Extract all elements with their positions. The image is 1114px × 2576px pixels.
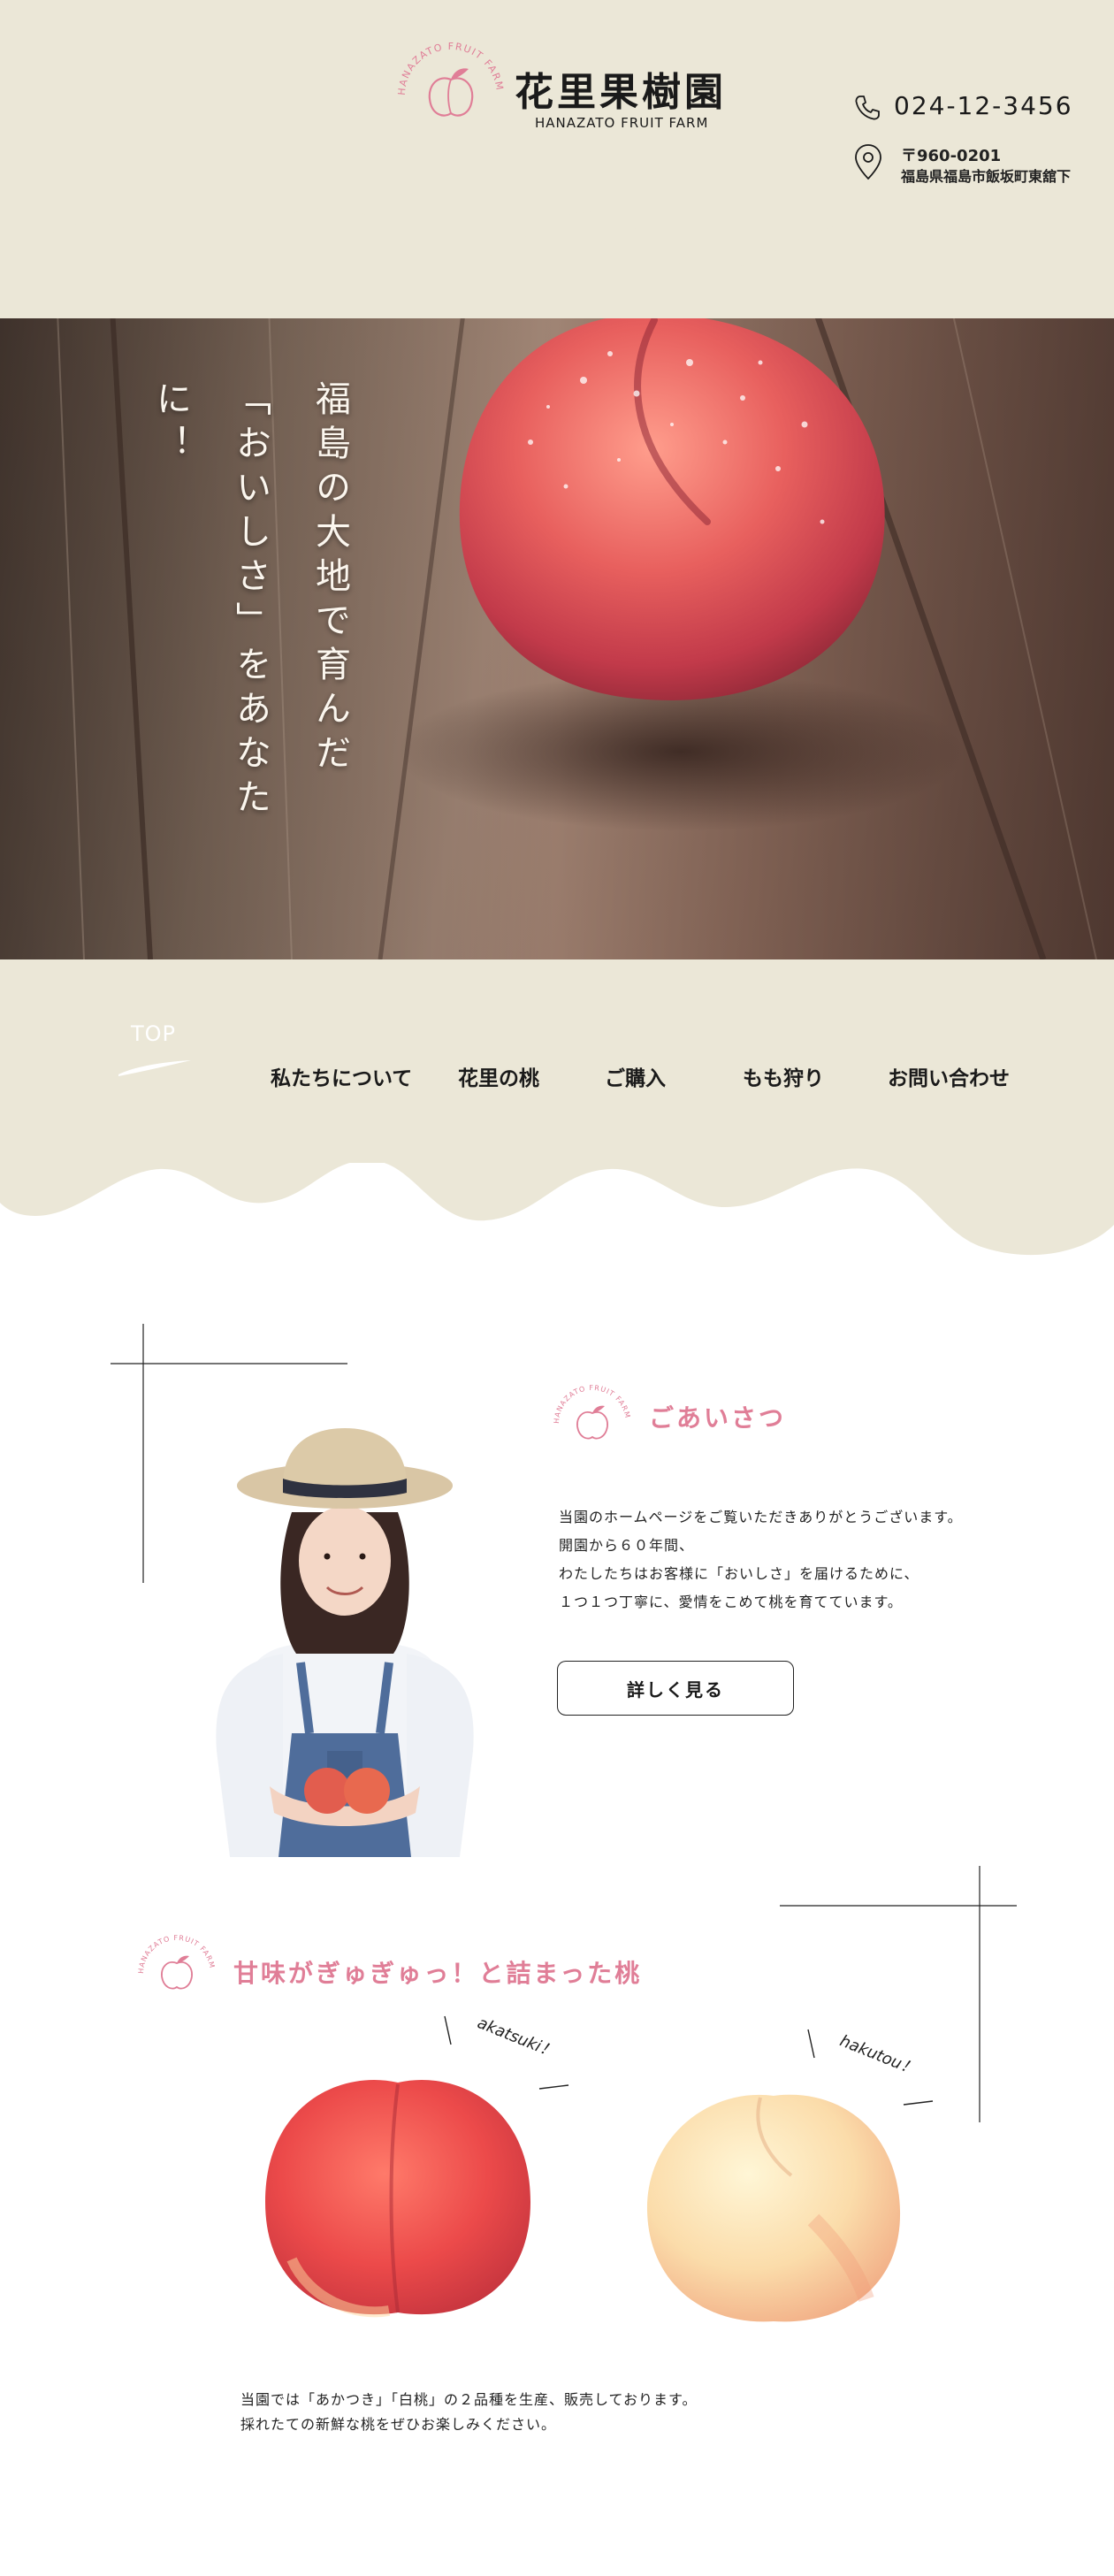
nav-top-link[interactable]: TOP	[131, 1021, 176, 1046]
peaches-line: 当園では「あかつき」「白桃」の２品種を生産、販売しております。	[240, 2391, 698, 2408]
site-logo[interactable]: HANAZATO FRUIT FARM 花里果樹園 HANAZATO FRUIT…	[380, 34, 734, 157]
logo-subtitle: HANAZATO FRUIT FARM	[535, 115, 709, 131]
read-more-button[interactable]: 詳しく見る	[557, 1661, 794, 1716]
nav-peach-picking[interactable]: もも狩り	[743, 1061, 824, 1091]
peaches-heading: 甘味がぎゅぎゅっ！と詰まった桃	[233, 1959, 643, 1988]
phone-number[interactable]: 024-12-3456	[894, 91, 1073, 120]
emblem-ring-text: HANAZATO FRUIT FARM	[553, 1384, 631, 1424]
peaches-line: 採れたての新鮮な桃をぜひお楽しみください。	[240, 2416, 557, 2433]
owner-photo	[216, 1428, 474, 1857]
svg-text:HANAZATO FRUIT FARM: HANAZATO FRUIT FARM	[553, 1384, 632, 1424]
greeting-line: 当園のホームページをご覧いただきありがとうございます。	[559, 1509, 963, 1525]
nav-about[interactable]: 私たちについて	[271, 1061, 412, 1091]
phone-icon	[855, 96, 880, 120]
greeting-heading: ごあいさつ	[649, 1403, 787, 1433]
akatsuki-peach-photo	[265, 2079, 530, 2318]
map-pin-icon	[855, 144, 881, 180]
brush-stroke-icon	[118, 1060, 191, 1076]
emblem-ring-text: HANAZATO FRUIT FARM	[396, 41, 505, 96]
nav-peaches[interactable]: 花里の桃	[458, 1061, 539, 1091]
header-wave-divider	[0, 203, 1114, 298]
hero-copy-line2: 「おいしさ」をあなたに！	[150, 380, 271, 822]
greeting-line: 開園から６０年間、	[559, 1537, 695, 1554]
greeting-line: わたしたちはお客様に「おいしさ」を届けるために、	[559, 1565, 919, 1582]
akatsuki-tag: akatsuki！	[474, 2014, 559, 2062]
postal-code: 〒960-0201	[901, 147, 1002, 165]
emblem-ring-text: HANAZATO FRUIT FARM	[137, 1934, 216, 1974]
logo-title: 花里果樹園	[515, 70, 727, 115]
hakutou-tag: hakutou！	[836, 2031, 919, 2080]
peaches-stamp-icon: HANAZATO FRUIT FARM	[137, 1934, 217, 1990]
peach-emblem-icon: HANAZATO FRUIT FARM	[396, 41, 506, 117]
nav-purchase[interactable]: ご購入	[605, 1061, 666, 1091]
hero-copy: 福島の大地で育んだ 「おいしさ」をあなたに！	[131, 380, 370, 875]
hero-copy-line1: 福島の大地で育んだ	[309, 380, 350, 778]
svg-text:HANAZATO FRUIT FARM: HANAZATO FRUIT FARM	[137, 1934, 217, 1974]
peaches-text: 当園では「あかつき」「白桃」の２品種を生産、販売しております。 採れたての新鮮な…	[240, 2388, 948, 2437]
address: 福島県福島市飯坂町東舘下	[901, 168, 1072, 185]
greeting-stamp-icon: HANAZATO FRUIT FARM	[553, 1384, 632, 1440]
greeting-line: １つ１つ丁寧に、愛情をこめて桃を育てています。	[559, 1594, 903, 1610]
hakutou-peach-photo	[646, 2094, 901, 2322]
svg-text:HANAZATO FRUIT FARM: HANAZATO FRUIT FARM	[396, 41, 506, 96]
greeting-text: 当園のホームページをご覧いただきありがとうございます。 開園から６０年間、 わた…	[559, 1503, 1089, 1617]
nav-wave-divider	[0, 1150, 1114, 1256]
nav-contact[interactable]: お問い合わせ	[888, 1061, 1010, 1091]
